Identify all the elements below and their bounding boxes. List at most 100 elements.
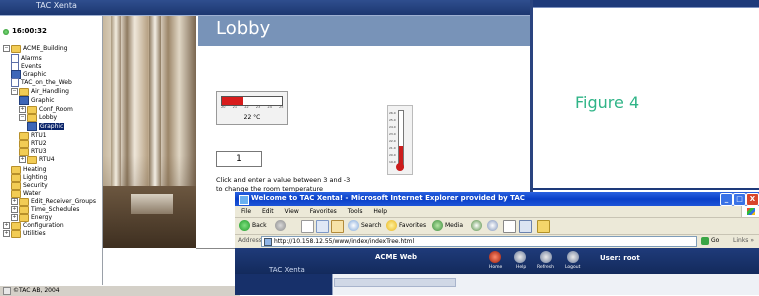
thermometer-tick-label: 21.0 [389,146,396,150]
page-done-icon [3,286,11,295]
close-button[interactable]: X [746,193,759,206]
tree-item-label: Graphic [31,97,55,104]
graphic-icon [19,96,29,105]
nav-refresh[interactable]: Refresh [537,265,554,270]
address-url: http://10.158.12.55/www/index/indexTree.… [274,238,415,245]
refresh-icon[interactable] [316,220,329,233]
address-label: Address [238,237,262,244]
collapse-icon[interactable]: − [11,88,18,95]
temperature-bar-fill [222,97,243,105]
menu-help[interactable]: Help [373,208,387,215]
figure-label: Figure 4 [575,93,640,112]
tree-item[interactable]: + Utilities [3,229,46,239]
status-bar: ©TAC AB, 2004 [0,285,240,296]
history-icon[interactable] [471,220,482,231]
tree-item-label: Configuration [23,222,64,229]
folder-icon [27,113,37,122]
standard-toolbar: Back Search Favorites Media [235,218,759,235]
thermometer-tick-label: 20.0 [389,153,396,157]
menu-favorites[interactable]: Favorites [310,208,337,215]
media-icon[interactable] [432,220,443,231]
expand-icon[interactable]: + [11,214,18,221]
nav-logout[interactable]: Logout [565,265,580,270]
tree-item-label: Security [23,182,48,189]
nav-help[interactable]: Help [516,265,526,270]
tree-item-label: Conf_Room [39,106,73,113]
browser-content: ACME Web TAC Xenta Home Help Refresh Log… [235,248,759,295]
tree-item-label: RTU2 [31,140,47,147]
scale-tick-label: 23 [255,105,261,109]
tree-item-label: Graphic [39,123,65,130]
home-icon[interactable] [331,220,344,233]
media-button-label[interactable]: Media [445,218,463,234]
expand-icon[interactable]: + [19,106,26,113]
favorites-button-label[interactable]: Favorites [399,218,426,234]
expand-icon[interactable]: + [3,230,10,237]
clock-readout: 16:00:32 [12,27,47,35]
forward-arrow-icon[interactable] [275,220,286,231]
search-button-label[interactable]: Search [361,218,382,234]
acme-title: ACME Web [375,253,417,261]
expand-icon[interactable]: + [11,206,18,213]
tac-xenta-label: TAC Xenta [269,266,305,274]
tree-item-label: RTU4 [39,156,55,163]
scale-tick-label: 24 [267,105,272,109]
tree-item[interactable]: − ACME_Building [3,44,68,54]
logout-icon[interactable] [567,251,579,263]
help-icon[interactable] [514,251,526,263]
windows-logo-icon [741,206,759,217]
home-icon[interactable] [489,251,501,263]
collapse-icon[interactable]: − [19,114,26,121]
expand-icon[interactable]: + [3,222,10,229]
tree-item-label: Alarms [21,55,42,62]
user-label: User: root [600,254,640,262]
setpoint-offset-input[interactable]: 1 [216,151,262,167]
go-button[interactable]: Go [701,236,727,246]
menu-file[interactable]: File [241,208,251,215]
refresh-icon[interactable] [540,251,552,263]
go-label: Go [711,237,720,244]
edit-icon[interactable] [519,220,532,233]
thermometer-tick-label: 23.0 [389,132,396,136]
nav-home[interactable]: Home [489,265,502,270]
mail-icon[interactable] [487,220,498,231]
go-arrow-icon [701,236,709,245]
menu-bar: File Edit View Favorites Tools Help [235,206,759,218]
favorites-star-icon[interactable] [386,220,397,231]
folder-icon [27,155,37,164]
tree-item-label: Energy [31,214,53,221]
maximize-button[interactable]: □ [733,193,746,206]
expand-icon[interactable]: + [11,198,18,205]
acme-tree-pane [235,274,332,295]
tree-item-label: TAC_on_the_Web [21,79,72,86]
search-icon[interactable] [348,220,359,231]
folder-icon[interactable] [537,220,550,233]
tree-item-label: Water [23,190,41,197]
page-icon [264,237,272,246]
scale-tick-label: 21 [232,105,238,109]
back-arrow-icon[interactable] [239,220,250,231]
print-icon[interactable] [503,220,516,233]
back-button-label[interactable]: Back [252,218,267,234]
thermometer-tick-label: 26.0 [389,111,396,115]
tree-item-label: Edit_Receiver_Groups [31,198,96,205]
collapse-icon[interactable]: − [3,45,10,52]
menu-edit[interactable]: Edit [262,208,274,215]
page-icon [11,78,19,87]
graphic-icon [27,122,37,131]
expand-icon[interactable]: + [19,156,26,163]
address-bar: Address http://10.158.12.55/www/index/in… [235,235,759,247]
photo-reception-desk [131,194,173,214]
stop-icon[interactable] [301,220,314,233]
minimize-button[interactable]: _ [720,193,733,206]
folder-icon [11,44,21,53]
window-title-bar[interactable]: Welcome to TAC Xenta! - Microsoft Intern… [235,192,759,206]
links-button[interactable]: Links » [733,235,754,247]
tree-item-label: Air_Handling [31,88,69,95]
tree-item[interactable]: + RTU4 [19,155,55,165]
address-input[interactable]: http://10.158.12.55/www/index/indexTree.… [261,236,697,247]
thermometer-tube [398,110,404,168]
window-title: Welcome to TAC Xenta! - Microsoft Intern… [251,194,525,202]
menu-tools[interactable]: Tools [348,208,363,215]
menu-view[interactable]: View [285,208,299,215]
